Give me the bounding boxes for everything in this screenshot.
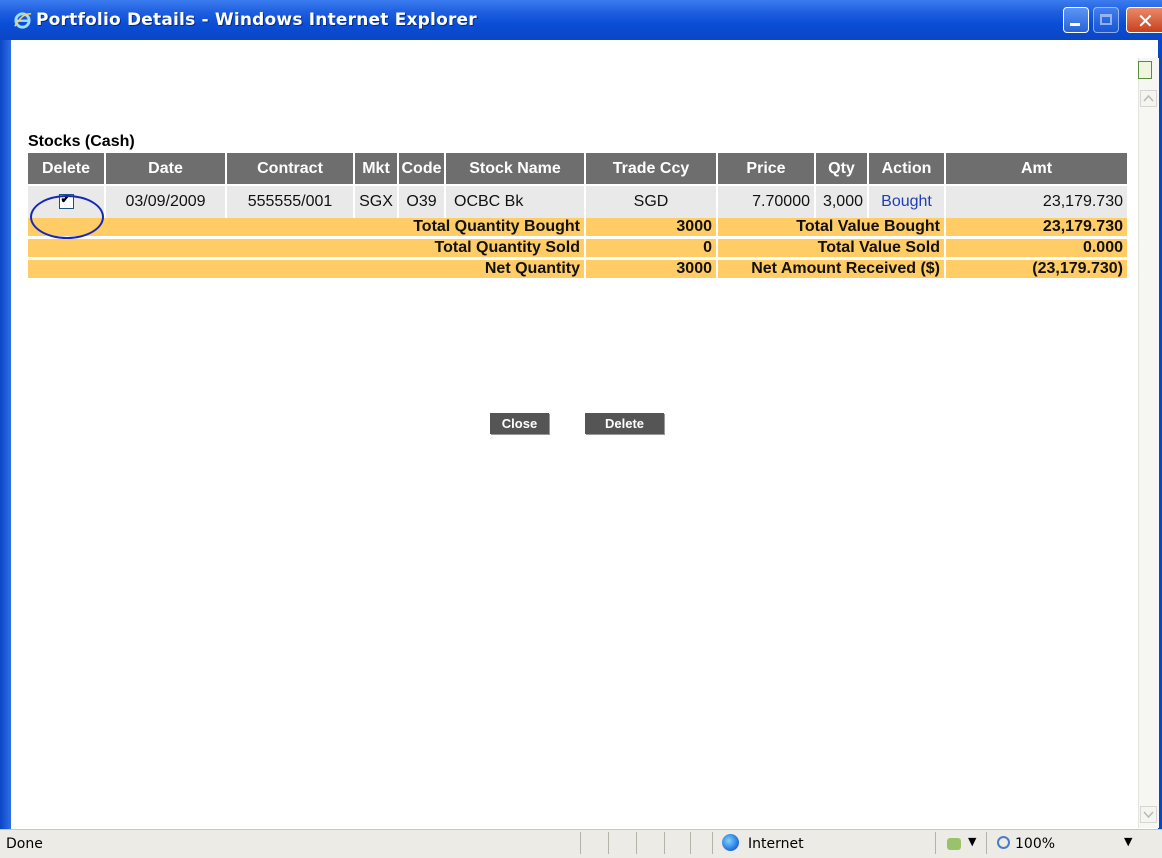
table-header-row: Delete Date Contract Mkt Code Stock Name… <box>28 153 1129 186</box>
status-separator <box>712 832 713 854</box>
title-bar: Portfolio Details - Windows Internet Exp… <box>0 0 1162 40</box>
value-total-value-bought: 23,179.730 <box>946 218 1129 239</box>
zoom-level[interactable]: 100% <box>1015 836 1055 852</box>
summary-row-sold: Total Quantity Sold 0 Total Value Sold 0… <box>28 239 1129 260</box>
label-net-qty: Net Quantity <box>28 260 586 281</box>
col-header-mkt: Mkt <box>355 153 399 186</box>
close-button[interactable]: Close <box>490 413 549 434</box>
cell-mkt: SGX <box>355 186 399 218</box>
status-bar: Done Internet ▼ 100% ▼ <box>0 829 1162 858</box>
close-window-button[interactable]: ✕ <box>1126 7 1162 33</box>
value-net-qty: 3000 <box>586 260 718 281</box>
col-header-code: Code <box>399 153 446 186</box>
page-refresh-icon[interactable] <box>1138 61 1152 79</box>
label-total-qty-bought: Total Quantity Bought <box>28 218 586 239</box>
label-net-amount: Net Amount Received ($) <box>718 260 946 281</box>
col-header-qty: Qty <box>816 153 869 186</box>
col-header-stock-name: Stock Name <box>446 153 586 186</box>
cell-qty: 3,000 <box>816 186 869 218</box>
status-separator <box>608 832 609 854</box>
protected-mode-icon[interactable] <box>947 838 961 850</box>
col-header-date: Date <box>106 153 227 186</box>
window-title: Portfolio Details - Windows Internet Exp… <box>36 10 477 30</box>
vertical-scrollbar[interactable] <box>1138 58 1159 828</box>
status-separator <box>636 832 637 854</box>
chevron-down-icon[interactable]: ▼ <box>1124 835 1132 848</box>
delete-button[interactable]: Delete <box>585 413 664 434</box>
minimize-icon <box>1070 23 1080 26</box>
cell-date: 03/09/2009 <box>106 186 227 218</box>
chevron-up-icon <box>1143 94 1154 102</box>
value-total-qty-bought: 3000 <box>586 218 718 239</box>
scroll-down-button[interactable] <box>1140 806 1157 823</box>
zoom-icon[interactable] <box>997 836 1010 849</box>
col-header-contract: Contract <box>227 153 355 186</box>
summary-row-net: Net Quantity 3000 Net Amount Received ($… <box>28 260 1129 281</box>
label-total-value-bought: Total Value Bought <box>718 218 946 239</box>
close-icon: ✕ <box>1137 9 1154 33</box>
cell-trade-ccy: SGD <box>586 186 718 218</box>
cell-code: O39 <box>399 186 446 218</box>
cell-contract: 555555/001 <box>227 186 355 218</box>
col-header-price: Price <box>718 153 816 186</box>
label-total-qty-sold: Total Quantity Sold <box>28 239 586 260</box>
col-header-delete: Delete <box>28 153 106 186</box>
maximize-icon <box>1100 14 1112 25</box>
summary-row-bought: Total Quantity Bought 3000 Total Value B… <box>28 218 1129 239</box>
cell-price: 7.70000 <box>718 186 816 218</box>
table-row: ✔ 03/09/2009 555555/001 SGX O39 OCBC Bk … <box>28 186 1129 218</box>
status-text: Done <box>6 836 43 852</box>
section-title: Stocks (Cash) <box>28 133 135 150</box>
label-total-value-sold: Total Value Sold <box>718 239 946 260</box>
maximize-button[interactable] <box>1093 7 1119 33</box>
minimize-button[interactable] <box>1063 7 1089 33</box>
ie-logo-icon <box>14 12 32 29</box>
status-separator <box>664 832 665 854</box>
col-header-amt: Amt <box>946 153 1129 186</box>
scroll-up-button[interactable] <box>1140 90 1157 107</box>
annotation-circle <box>30 195 104 239</box>
value-total-value-sold: 0.000 <box>946 239 1129 260</box>
chevron-down-icon <box>1143 811 1154 819</box>
window-frame-left <box>0 40 11 829</box>
value-net-amount: (23,179.730) <box>946 260 1129 281</box>
cell-amt: 23,179.730 <box>946 186 1129 218</box>
cell-action: Bought <box>869 186 946 218</box>
action-link-bought[interactable]: Bought <box>881 193 932 210</box>
col-header-action: Action <box>869 153 946 186</box>
col-header-trade-ccy: Trade Ccy <box>586 153 718 186</box>
status-separator <box>690 832 691 854</box>
chevron-down-icon[interactable]: ▼ <box>968 835 976 848</box>
status-separator <box>986 832 987 854</box>
security-zone-label: Internet <box>748 836 804 852</box>
status-separator <box>580 832 581 854</box>
globe-icon <box>722 834 739 851</box>
stocks-table: Delete Date Contract Mkt Code Stock Name… <box>28 153 1129 281</box>
value-total-qty-sold: 0 <box>586 239 718 260</box>
status-separator <box>935 832 936 854</box>
cell-stock-name: OCBC Bk <box>446 186 586 218</box>
